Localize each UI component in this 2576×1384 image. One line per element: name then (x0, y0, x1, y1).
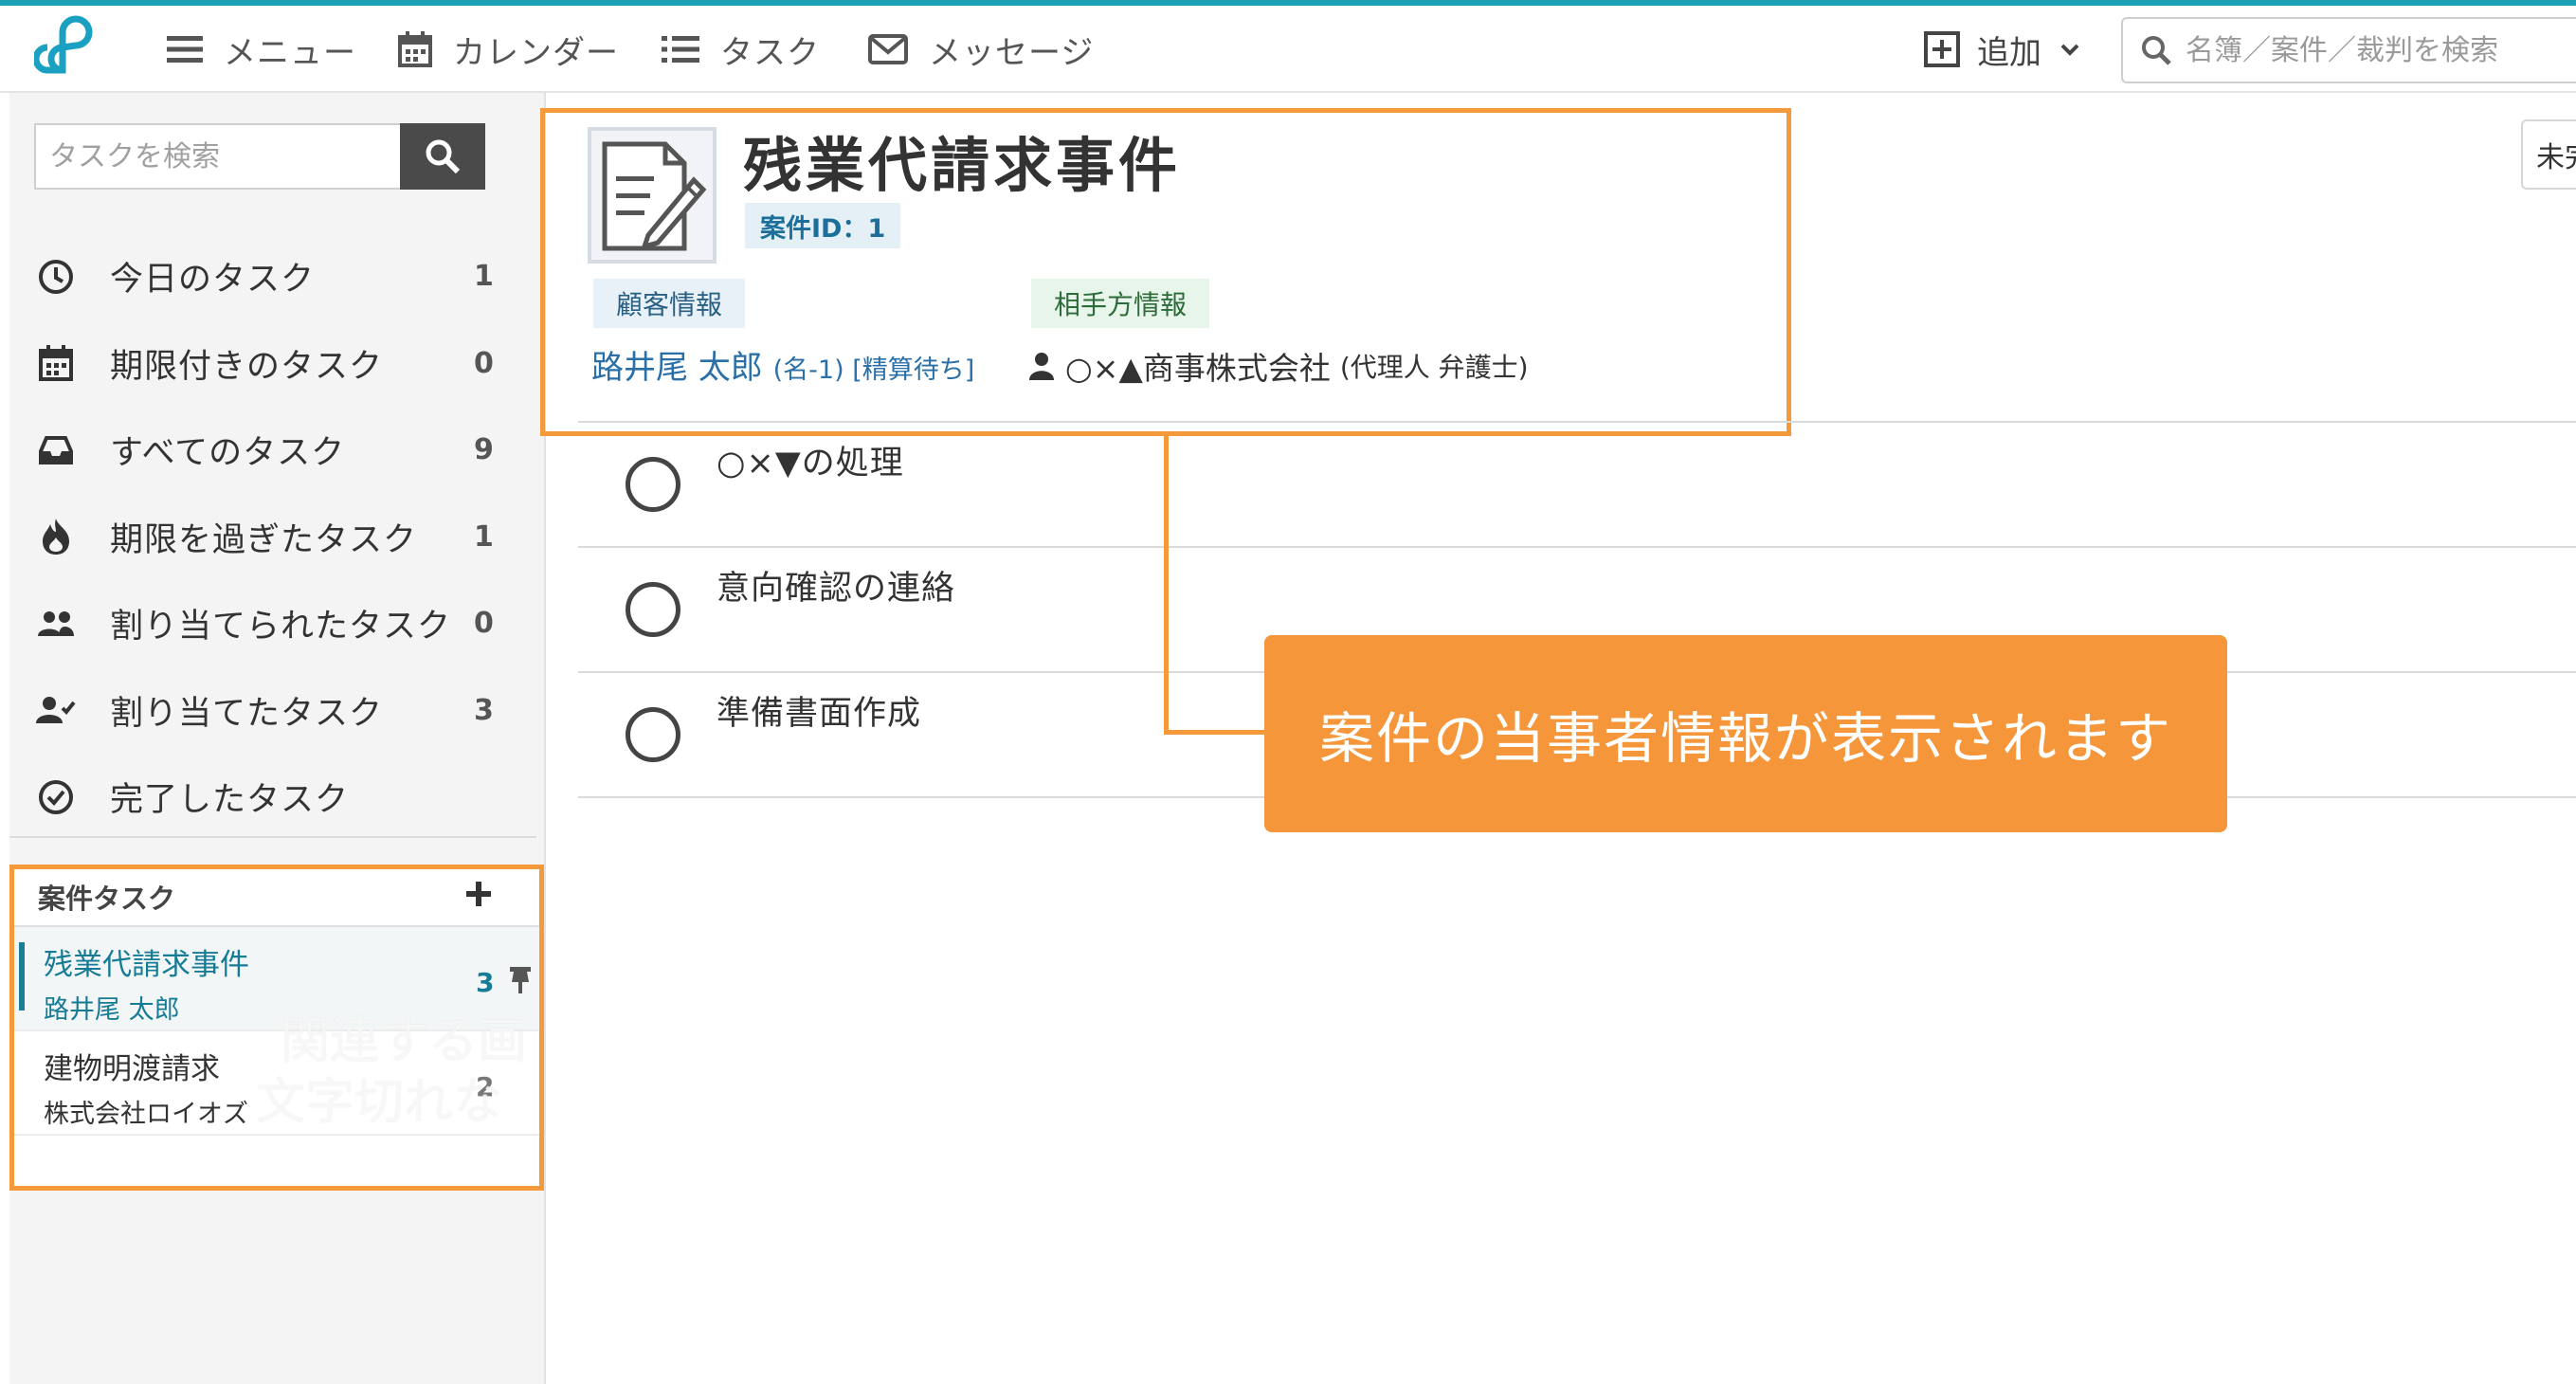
document-edit-icon (582, 123, 718, 265)
sidebar-item-all[interactable]: すべてのタスク 9 (9, 407, 546, 494)
client-name-link[interactable]: 路井尾 太郎 (名-1) [精算待ち] (591, 341, 974, 388)
hamburger-icon (167, 36, 203, 63)
nav-calendar-label: カレンダー (453, 33, 619, 72)
case-task-title: 案件タスク (38, 883, 176, 915)
nav-message-label: メッセージ (929, 33, 1095, 72)
case-title-heading: 残業代請求事件 (743, 131, 1182, 200)
envelope-icon (868, 34, 908, 64)
top-navigation-bar: メニュー カレンダー タスク メッセージ 追加 (0, 6, 2576, 93)
nav-task-label: タスク (720, 33, 820, 72)
add-label: 追加 (1977, 33, 2041, 72)
clock-icon (36, 257, 76, 297)
opponent-name-link[interactable]: ○×▲商事株式会社 (代理人 弁護士) (1029, 343, 1529, 389)
sidebar-item-label: 期限付きのタスク (110, 347, 384, 386)
sidebar-item-with-deadline[interactable]: 期限付きのタスク 0 (9, 320, 546, 408)
search-icon (426, 139, 461, 174)
callout-annotation: 案件の当事者情報が表示されます (1264, 635, 2227, 832)
sidebar-item-label: すべてのタスク (110, 434, 346, 473)
task-filter-menu: 今日のタスク 1 期限付きのタスク 0 すべてのタスク 9 期限を過ぎたタスク … (9, 233, 546, 841)
sidebar-item-today[interactable]: 今日のタスク 1 (9, 233, 546, 320)
add-case-task-icon[interactable] (463, 878, 495, 914)
callout-connector-vertical (1164, 434, 1169, 735)
sidebar-item-overdue[interactable]: 期限を過ぎたタスク 1 (9, 494, 546, 581)
sidebar-item-count: 1 (474, 519, 494, 554)
task-complete-checkbox[interactable] (626, 707, 680, 762)
add-dropdown-button[interactable]: 追加 (1924, 27, 2079, 72)
nav-task[interactable]: タスク (662, 27, 820, 72)
search-icon (2142, 36, 2171, 65)
task-name[interactable]: 意向確認の連絡 (717, 561, 955, 610)
sidebar-item-assigned-by-me[interactable]: 割り当てたタスク 3 (9, 667, 546, 755)
client-detail: (名-1) [精算待ち] (772, 355, 975, 385)
chevron-down-icon (2060, 44, 2079, 56)
sidebar-item-label: 割り当てられたタスク (110, 608, 452, 646)
task-sidebar: 今日のタスク 1 期限付きのタスク 0 すべてのタスク 9 期限を過ぎたタスク … (9, 93, 546, 1384)
task-complete-checkbox[interactable] (626, 582, 680, 637)
nav-menu-label: メニュー (224, 33, 356, 72)
pin-icon[interactable] (508, 965, 533, 999)
nav-message[interactable]: メッセージ (868, 27, 1094, 72)
case-title: 残業代請求事件 (44, 948, 249, 982)
global-search-box[interactable] (2121, 17, 2576, 83)
task-name[interactable]: 準備書面作成 (717, 686, 921, 735)
plus-square-icon (1924, 31, 1960, 67)
case-task-header: 案件タスク (9, 868, 544, 927)
overlay-ghost-text: 文字切れな (256, 1074, 503, 1131)
task-complete-checkbox[interactable] (626, 457, 680, 512)
opponent-detail: (代理人 弁護士) (1339, 352, 1529, 383)
overlay-ghost-text: 関連する画 (281, 1013, 528, 1070)
inbox-icon (36, 430, 76, 470)
sidebar-divider (9, 836, 536, 838)
user-check-icon (36, 690, 76, 730)
task-search-input[interactable] (34, 123, 400, 190)
sidebar-item-count: 0 (474, 346, 494, 380)
client-name: 路井尾 太郎 (591, 349, 763, 387)
calendar-icon (398, 31, 432, 67)
nav-menu[interactable]: メニュー (167, 27, 356, 72)
case-id-badge: 案件ID：1 (745, 203, 901, 248)
sidebar-item-label: 期限を過ぎたタスク (110, 520, 418, 559)
app-logo-icon[interactable] (32, 11, 110, 87)
sidebar-item-count: 1 (474, 260, 494, 294)
list-icon (662, 36, 699, 63)
task-search-button[interactable] (400, 123, 485, 190)
status-filter-button[interactable]: 未完 (2521, 119, 2576, 190)
client-info-tag: 顧客情報 (593, 279, 746, 328)
global-search-input[interactable] (2186, 33, 2565, 67)
fire-icon (36, 517, 76, 556)
case-task-count: 3 (476, 967, 495, 998)
sidebar-item-label: 今日のタスク (110, 261, 316, 300)
sidebar-item-count: 0 (474, 607, 494, 641)
sidebar-item-count: 9 (474, 433, 494, 467)
callout-connector-horizontal (1164, 730, 1266, 735)
users-icon (36, 604, 76, 644)
check-circle-icon (36, 777, 76, 817)
opponent-info-tag: 相手方情報 (1031, 279, 1210, 328)
sidebar-item-label: 完了したタスク (110, 781, 350, 820)
sidebar-item-count: 3 (474, 693, 494, 727)
sidebar-item-label: 割り当てたタスク (110, 694, 384, 733)
opponent-name: ○×▲商事株式会社 (1065, 350, 1331, 387)
sidebar-item-assigned-to-me[interactable]: 割り当てられたタスク 0 (9, 580, 546, 667)
task-row: ○×▼の処理 (578, 421, 2576, 548)
case-header-card: 残業代請求事件 案件ID：1 顧客情報 路井尾 太郎 (名-1) [精算待ち] … (542, 112, 1786, 434)
task-name[interactable]: ○×▼の処理 (717, 436, 904, 484)
sidebar-item-completed[interactable]: 完了したタスク (9, 754, 546, 841)
calendar-icon (36, 343, 76, 383)
task-search-box (34, 123, 485, 190)
person-icon (1029, 353, 1054, 380)
nav-calendar[interactable]: カレンダー (398, 27, 619, 72)
